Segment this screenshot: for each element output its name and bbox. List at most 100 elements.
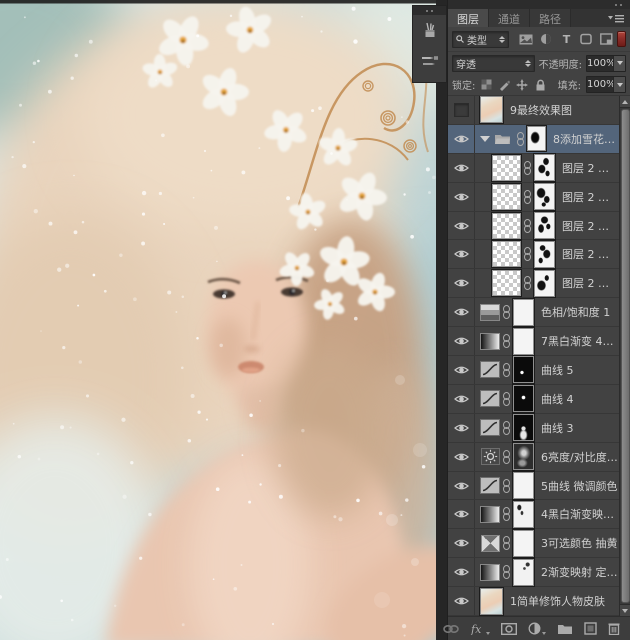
dock-grip[interactable] — [413, 6, 446, 15]
adjustment-layer-filter-button[interactable] — [539, 33, 553, 45]
layer-mask-thumbnail[interactable] — [534, 154, 555, 181]
layer-row[interactable]: 3可选颜色 抽黄 — [448, 529, 619, 558]
visibility-toggle[interactable] — [448, 96, 475, 124]
layer-row[interactable]: 8添加雪花素材 让... — [448, 125, 619, 154]
layer-row[interactable]: 图层 2 副本 6 — [448, 154, 619, 183]
lock-all-button[interactable] — [534, 79, 546, 91]
type-layer-filter-button[interactable]: T — [559, 33, 573, 45]
layer-thumbnail[interactable] — [480, 96, 503, 123]
layer-list-scrollbar[interactable] — [619, 96, 630, 616]
layer-mask-thumbnail[interactable] — [513, 385, 534, 412]
panel-grip[interactable] — [448, 0, 630, 9]
add-layer-mask-button[interactable] — [501, 621, 517, 637]
adjustment-layer-icon[interactable] — [480, 419, 500, 436]
lock-position-button[interactable] — [516, 79, 528, 91]
layer-fx-button[interactable]: fx — [470, 621, 490, 637]
layer-row[interactable]: 1简单修饰人物皮肤 — [448, 587, 619, 616]
layer-thumbnail[interactable] — [492, 241, 521, 267]
shape-layer-filter-button[interactable] — [579, 33, 593, 45]
tab-channels[interactable]: 通道 — [489, 9, 530, 27]
layer-thumbnail[interactable] — [492, 155, 521, 181]
new-adjustment-layer-button[interactable] — [528, 621, 546, 637]
scrollbar-thumb[interactable] — [621, 109, 630, 603]
layer-filter-toggle[interactable] — [617, 31, 626, 47]
layer-row[interactable]: 9最终效果图 — [448, 96, 619, 125]
tool-presets-panel-button[interactable] — [413, 15, 446, 45]
layer-mask-thumbnail[interactable] — [513, 356, 534, 383]
layer-mask-thumbnail[interactable] — [513, 443, 534, 470]
delete-layer-button[interactable] — [608, 621, 620, 637]
visibility-toggle[interactable] — [448, 558, 475, 586]
layer-row[interactable]: 图层 2 副本 5 — [448, 183, 619, 212]
layer-row[interactable]: 2渐变映射 定基调 ... — [448, 558, 619, 587]
layer-row[interactable]: 曲线 5 — [448, 356, 619, 385]
visibility-toggle[interactable] — [448, 356, 475, 384]
layer-row[interactable]: 曲线 3 — [448, 414, 619, 443]
expand-collapse-triangle-icon[interactable] — [480, 136, 490, 142]
opacity-input[interactable]: 100% — [586, 55, 626, 72]
filter-type-select[interactable]: 类型 — [452, 31, 509, 48]
layer-mask-thumbnail[interactable] — [534, 212, 555, 239]
adjustment-layer-icon[interactable] — [480, 564, 500, 581]
fill-input[interactable]: 100% — [586, 76, 626, 93]
layer-row[interactable]: 色相/饱和度 1 — [448, 298, 619, 327]
visibility-toggle[interactable] — [448, 327, 475, 355]
layer-row[interactable]: 图层 2 副本 2 — [448, 269, 619, 298]
visibility-toggle[interactable] — [448, 414, 475, 442]
tab-layers[interactable]: 图层 — [448, 9, 489, 27]
layer-mask-thumbnail[interactable] — [513, 501, 534, 528]
adjustment-layer-icon[interactable] — [480, 506, 500, 523]
layer-row[interactable]: 图层 2 副本 4 — [448, 212, 619, 241]
visibility-toggle[interactable] — [448, 154, 475, 182]
new-group-button[interactable] — [557, 621, 573, 637]
link-layers-button[interactable] — [443, 621, 459, 637]
layer-row[interactable]: 7黑白渐变 42%透... — [448, 327, 619, 356]
layer-mask-thumbnail[interactable] — [513, 559, 534, 586]
adjustment-layer-icon[interactable] — [480, 477, 500, 494]
layer-thumbnail[interactable] — [492, 184, 521, 210]
layer-thumbnail[interactable] — [492, 213, 521, 239]
layer-mask-thumbnail[interactable] — [513, 299, 534, 326]
fill-dropdown-icon[interactable] — [613, 77, 625, 92]
layer-mask-thumbnail[interactable] — [513, 472, 534, 499]
layer-mask-thumbnail[interactable] — [534, 183, 555, 210]
layer-row[interactable]: 图层 2 副本 3 — [448, 240, 619, 269]
pixel-layer-filter-button[interactable] — [519, 33, 533, 45]
layer-mask-thumbnail[interactable] — [527, 126, 546, 151]
layer-row[interactable]: 6亮度/对比度 控... — [448, 443, 619, 472]
layer-row[interactable]: 曲线 4 — [448, 385, 619, 414]
smart-object-filter-button[interactable] — [599, 33, 613, 45]
layer-mask-thumbnail[interactable] — [513, 414, 534, 441]
panel-menu-button[interactable] — [602, 9, 630, 27]
layer-thumbnail[interactable] — [480, 588, 503, 615]
layer-mask-thumbnail[interactable] — [513, 530, 534, 557]
visibility-toggle[interactable] — [448, 500, 475, 528]
lock-transparent-pixels-button[interactable] — [480, 79, 492, 91]
visibility-toggle[interactable] — [448, 472, 475, 500]
adjustment-layer-icon[interactable] — [480, 535, 500, 552]
visibility-toggle[interactable] — [448, 183, 475, 211]
scroll-up-button[interactable] — [620, 96, 630, 108]
visibility-toggle[interactable] — [448, 385, 475, 413]
visibility-toggle[interactable] — [448, 212, 475, 240]
visibility-toggle[interactable] — [448, 443, 475, 471]
tab-paths[interactable]: 路径 — [530, 9, 571, 27]
adjustment-layer-icon[interactable] — [480, 304, 500, 321]
visibility-toggle[interactable] — [448, 125, 475, 153]
layer-mask-thumbnail[interactable] — [513, 328, 534, 355]
opacity-dropdown-icon[interactable] — [613, 56, 625, 71]
adjustment-layer-icon[interactable] — [480, 361, 500, 378]
new-layer-button[interactable] — [584, 621, 597, 637]
layer-row[interactable]: 4黑白渐变映射 ... — [448, 500, 619, 529]
adjustment-layer-icon[interactable] — [480, 333, 500, 350]
lock-image-pixels-button[interactable] — [498, 79, 510, 91]
layer-row[interactable]: 5曲线 微调颜色 — [448, 472, 619, 501]
layer-thumbnail[interactable] — [492, 270, 521, 296]
visibility-toggle[interactable] — [448, 529, 475, 557]
layer-mask-thumbnail[interactable] — [534, 241, 555, 268]
adjustment-layer-icon[interactable] — [480, 390, 500, 407]
brush-presets-panel-button[interactable] — [413, 45, 446, 75]
visibility-toggle[interactable] — [448, 240, 475, 268]
layer-mask-thumbnail[interactable] — [534, 270, 555, 297]
visibility-toggle[interactable] — [448, 269, 475, 297]
